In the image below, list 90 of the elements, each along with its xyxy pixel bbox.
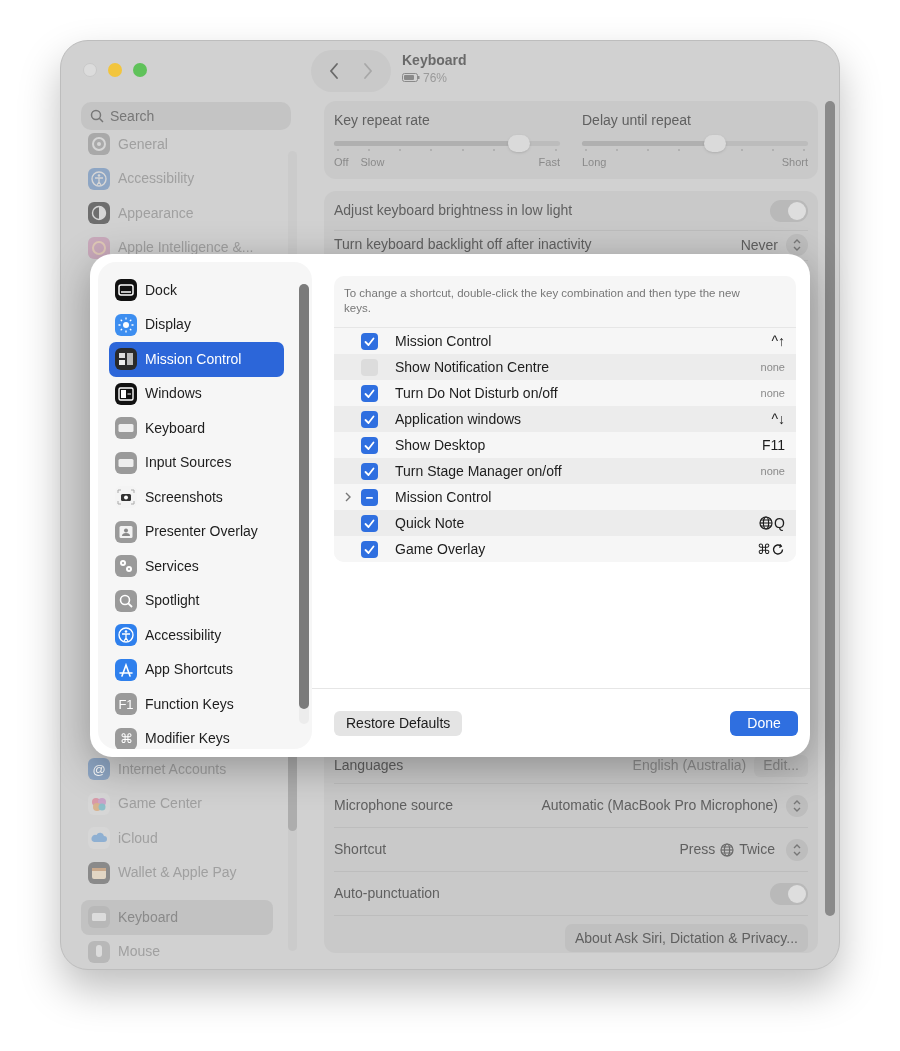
checkbox[interactable] [361,540,378,558]
key-combination[interactable]: ^↓ [771,408,785,430]
tick-label: Off [334,155,349,170]
restore-defaults-button[interactable]: Restore Defaults [334,710,463,736]
battery-icon [402,73,420,82]
accessibility-icon [88,167,110,190]
category-item[interactable]: ⌘ Modifier Keys [109,721,284,749]
mouse-icon [88,940,110,963]
stepper-icon[interactable] [786,794,808,817]
back-button[interactable] [328,62,340,80]
category-item[interactable]: Presenter Overlay [109,514,284,549]
keyboard-icon [88,906,110,929]
toggle-switch[interactable] [770,199,808,222]
windows-grid-icon [115,348,137,371]
setting-label: Languages [334,756,404,775]
keyboard-icon [115,417,137,440]
setting-label: Shortcut [334,840,387,859]
key-combination[interactable]: ⌘ [757,538,771,560]
about-button[interactable]: About Ask Siri, Dictation & Privacy... [564,924,808,952]
category-item[interactable]: Screenshots [109,480,284,515]
accessibility-icon [115,624,137,647]
sparkle-ring-icon [88,236,110,259]
scrollbar-thumb[interactable] [825,101,835,916]
category-item[interactable]: Accessibility [109,618,284,653]
slider-thumb[interactable] [508,135,531,152]
key-combination[interactable]: F11 [761,434,785,456]
shortcut-row[interactable]: Quick Note Q [334,510,796,536]
search-icon [115,589,137,612]
category-item[interactable]: Services [109,549,284,584]
setting-label: Auto-punctuation [334,884,440,903]
slider-thumb[interactable] [704,135,727,152]
category-item[interactable]: Spotlight [109,583,284,618]
select-value[interactable]: Press [679,839,716,860]
function-key-icon: F1 [115,693,137,716]
appearance-icon [88,202,110,225]
at-sign-icon: @ [88,758,110,781]
shortcut-row[interactable]: Turn Stage Manager on/off none [334,458,796,484]
wallet-icon [88,861,110,884]
category-item[interactable]: F1 Function Keys [109,687,284,722]
category-item[interactable]: Mission Control [109,342,284,377]
app-store-icon [115,658,137,681]
gear-icon [88,133,110,156]
tick-label: Long [582,155,607,170]
disclosure-chevron[interactable] [343,492,352,502]
keyboard-icon [115,451,137,474]
window-title: Keyboard [402,51,467,69]
category-item[interactable]: App Shortcuts [109,652,284,687]
checkbox[interactable] [361,514,378,532]
setting-label: Microphone source [334,796,454,815]
scrollbar-thumb[interactable] [299,284,309,709]
setting-label: Turn keyboard backlight off after inactivity [334,235,592,254]
checkbox[interactable] [361,384,378,402]
shortcut-row[interactable]: Application windows ^↓ [334,406,796,432]
tick-label: Fast [538,155,560,170]
forward-button[interactable] [362,62,374,80]
done-button[interactable]: Done [730,710,798,736]
key-combination[interactable]: ^↑ [771,330,785,352]
gears-icon [115,555,137,578]
checkbox[interactable] [361,488,378,506]
category-item[interactable]: Display [109,307,284,342]
stepper-icon[interactable] [786,838,808,861]
category-item[interactable]: Input Sources [109,445,284,480]
slider-label: Key repeat rate [334,111,431,130]
command-key-icon: ⌘ [115,727,137,749]
dock-icon [115,279,137,302]
search-field[interactable]: Search [81,102,291,130]
category-item[interactable]: Windows [109,376,284,411]
sun-icon [115,313,137,336]
globe-icon [720,842,735,857]
checkbox[interactable] [361,462,378,480]
checkbox[interactable] [361,332,378,350]
select-value[interactable]: Twice [739,839,775,860]
search-icon [90,109,104,123]
person-card-icon [115,520,137,543]
tick-label: Short [781,155,808,170]
checkbox[interactable] [361,410,378,428]
category-item[interactable]: Dock [109,273,284,308]
key-combination[interactable]: Q [774,512,785,534]
setting-label: Adjust keyboard brightness in low light [334,201,573,220]
toggle-switch[interactable] [770,882,808,905]
category-item[interactable]: Keyboard [109,411,284,446]
tick-label: Slow [360,155,385,170]
select-value[interactable]: Automatic (MacBook Pro Microphone) [541,795,778,816]
shortcut-row[interactable]: Show Notification Centre none [334,354,796,380]
checkbox[interactable] [361,436,378,454]
slider-label: Delay until repeat [582,111,692,130]
stepper-icon[interactable] [786,234,808,256]
window-layout-icon [115,382,137,405]
zoom-button[interactable] [133,63,147,77]
select-value[interactable]: Never [740,234,778,256]
